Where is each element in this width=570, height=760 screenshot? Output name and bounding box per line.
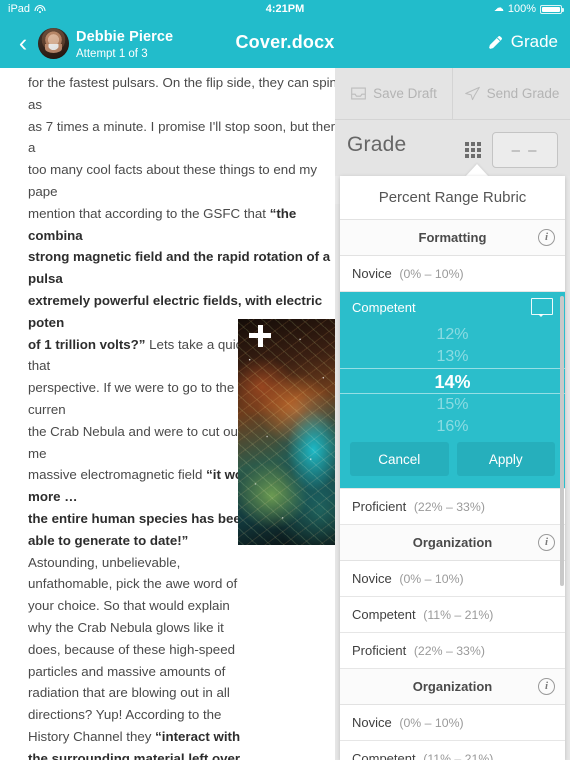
picker-option[interactable]: 16% (340, 416, 565, 438)
rubric-level-row[interactable]: Competent (11% – 21%) (340, 597, 565, 633)
grade-button[interactable]: Grade (487, 32, 558, 52)
rubric-level-range: (11% – 21%) (423, 608, 494, 622)
nav-bar: ‹ Debbie Pierce Attempt 1 of 3 Cover.doc… (0, 18, 570, 68)
rubric-section-header: Formatting i (340, 220, 565, 256)
grading-toolbar: Save Draft Send Grade (335, 68, 570, 120)
rubric-section-name: Organization (412, 679, 493, 694)
status-bar-time: 4:21PM (265, 3, 305, 15)
picker-option[interactable]: 12% (340, 324, 565, 346)
grade-header-label: Grade (347, 133, 407, 156)
percent-picker-wheel[interactable]: 12% 13% 14% 15% 16% (340, 324, 565, 436)
info-icon[interactable]: i (538, 678, 555, 695)
app-root: iPad 4:21PM ☁ 100% ‹ Debbie Pierce Attem… (0, 0, 570, 760)
rubric-section-header: Organization i (340, 525, 565, 561)
cancel-button[interactable]: Cancel (350, 442, 449, 476)
info-icon[interactable]: i (538, 229, 555, 246)
comment-bubble-icon[interactable] (531, 298, 553, 317)
bluetooth-icon: ☁ (493, 3, 504, 14)
rubric-level-row[interactable]: Novice (0% – 10%) (340, 561, 565, 597)
page-title: Cover.docx (235, 32, 335, 52)
nebula-stars (238, 319, 335, 545)
paper-plane-icon (464, 86, 481, 101)
rubric-level-row[interactable]: Competent (11% – 21%) (340, 741, 565, 760)
rubric-level-label: Novice (352, 571, 392, 586)
picker-option[interactable]: 15% (340, 394, 565, 416)
rubric-level-row[interactable]: Novice (0% – 10%) (340, 256, 565, 292)
status-bar: iPad 4:21PM ☁ 100% (0, 0, 570, 18)
popover-title: Percent Range Rubric (340, 176, 565, 220)
popover-scrollbar[interactable] (560, 296, 564, 586)
plus-icon[interactable] (249, 325, 271, 347)
rubric-grid-icon[interactable] (465, 142, 482, 159)
save-draft-label: Save Draft (373, 86, 437, 101)
rubric-level-row[interactable]: Proficient (22% – 33%) (340, 489, 565, 525)
rubric-level-label: Novice (352, 715, 392, 730)
status-bar-right: ☁ 100% (493, 0, 564, 18)
rubric-level-label: Competent (352, 751, 416, 760)
picker-level-label: Competent (352, 300, 416, 315)
picker-level-label-row: Competent (340, 292, 565, 324)
rubric-level-range: (0% – 10%) (399, 267, 464, 281)
rubric-level-picker[interactable]: Competent 12% 13% 14% 15% 16% Cancel App… (340, 292, 565, 489)
send-grade-button[interactable]: Send Grade (453, 68, 570, 119)
picker-option[interactable]: 13% (340, 346, 565, 368)
rubric-section-header: Organization i (340, 669, 565, 705)
pencil-icon (487, 34, 504, 51)
tray-icon (350, 86, 367, 101)
score-field[interactable]: – – (492, 132, 558, 168)
rubric-level-label: Proficient (352, 643, 407, 658)
rubric-level-range: (0% – 10%) (399, 572, 464, 586)
grade-header: Grade – – (335, 120, 570, 176)
rubric-level-range: (11% – 21%) (423, 752, 494, 760)
picker-actions: Cancel Apply (340, 436, 565, 488)
save-draft-button[interactable]: Save Draft (335, 68, 453, 119)
rubric-level-range: (0% – 10%) (399, 716, 464, 730)
grade-button-label: Grade (510, 32, 558, 51)
rubric-level-range: (22% – 33%) (413, 644, 485, 658)
crab-nebula-image[interactable] (238, 319, 335, 545)
rubric-popover: Percent Range Rubric Formatting i Novice… (340, 176, 565, 760)
rubric-section-name: Formatting (418, 230, 487, 245)
rubric-level-row[interactable]: Novice (0% – 10%) (340, 705, 565, 741)
rubric-level-label: Competent (352, 607, 416, 622)
apply-button[interactable]: Apply (456, 442, 555, 476)
send-grade-label: Send Grade (486, 86, 560, 101)
rubric-level-range: (22% – 33%) (413, 500, 485, 514)
info-icon[interactable]: i (538, 534, 555, 551)
rubric-level-row[interactable]: Proficient (22% – 33%) (340, 633, 565, 669)
rubric-level-label: Proficient (352, 499, 407, 514)
doc-para-2a: Astounding, unbelievable, unfathomable, … (28, 554, 238, 744)
battery-percent: 100% (507, 3, 536, 15)
doc-para-1a: for the fastest pulsars. On the flip sid… (28, 75, 335, 221)
rubric-section-name: Organization (412, 535, 493, 550)
rubric-level-label: Novice (352, 266, 392, 281)
battery-icon (540, 4, 564, 14)
document-pane[interactable]: for the fastest pulsars. On the flip sid… (0, 68, 335, 760)
picker-option-selected[interactable]: 14% (340, 368, 565, 394)
